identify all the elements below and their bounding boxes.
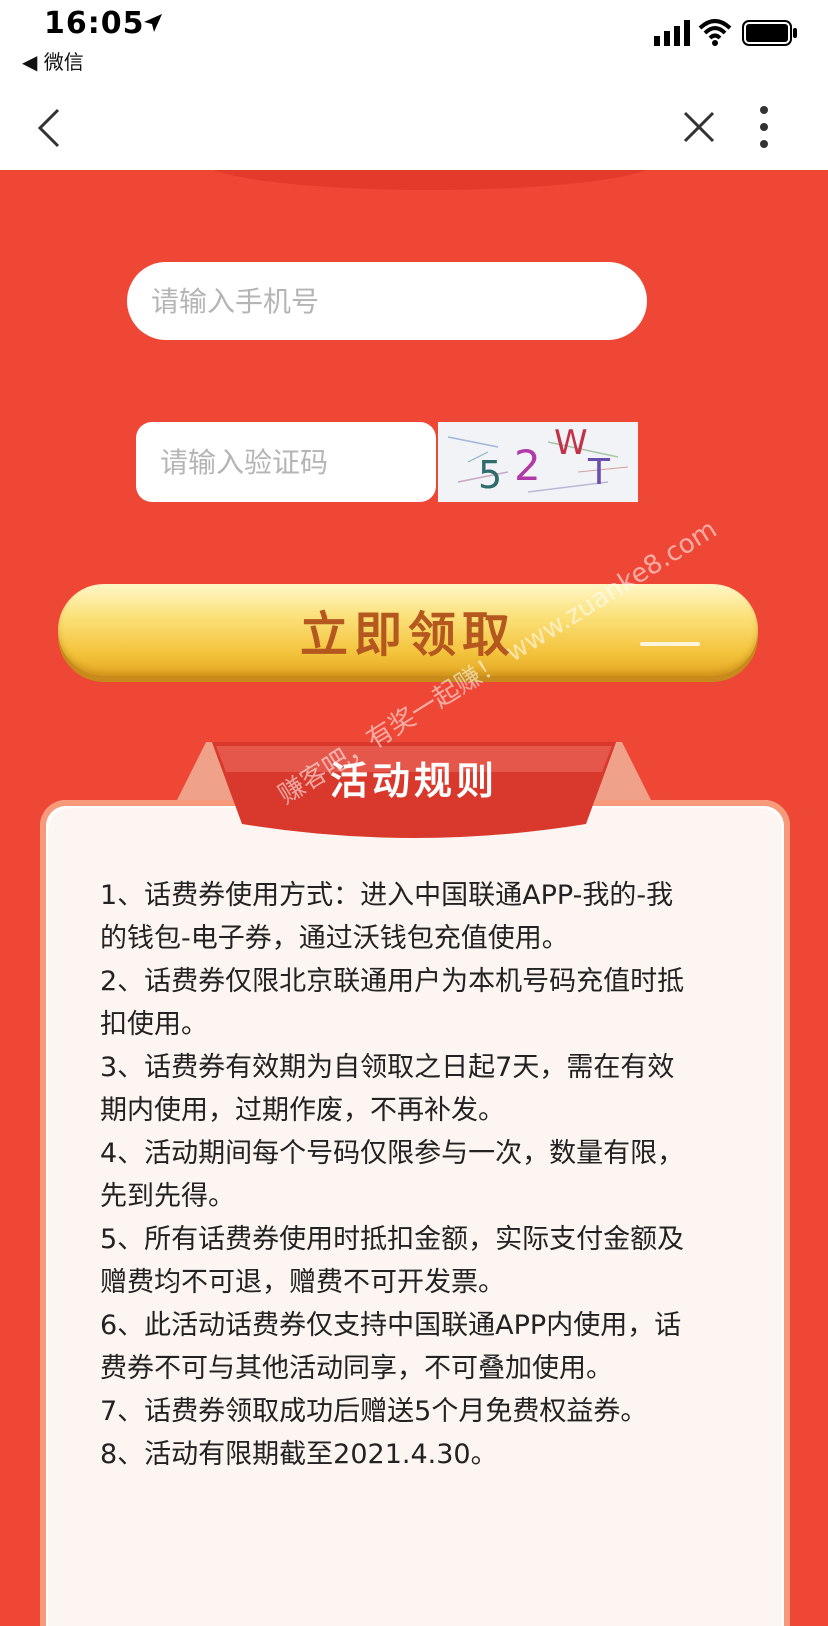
rules-list: 1、话费券使用方式：进入中国联通APP-我的-我的钱包-电子券，通过沃钱包充值使… <box>100 874 700 1476</box>
rule-item: 3、话费券有效期为自领取之日起7天，需在有效期内使用，过期作废，不再补发。 <box>100 1052 675 1126</box>
claim-now-button[interactable]: 立即领取 <box>58 584 758 676</box>
rule-item: 2、话费券仅限北京联通用户为本机号码充值时抵扣使用。 <box>100 966 685 1040</box>
more-vertical-icon[interactable] <box>754 104 774 150</box>
rule-item: 8、活动有限期截至2021.4.30。 <box>100 1439 498 1470</box>
captcha-char-1: 5 <box>478 453 502 497</box>
rule-item: 6、此活动话费券仅支持中国联通APP内使用，话费券不可与其他活动同享，不可叠加使… <box>100 1310 682 1384</box>
back-to-app-link[interactable]: ◀ 微信 <box>22 46 84 75</box>
status-time: 16:05 <box>44 6 145 41</box>
captcha-char-3: W <box>554 423 588 463</box>
button-shine-decoration <box>640 642 700 646</box>
rules-title: 活动规则 <box>329 759 498 803</box>
captcha-image[interactable]: 5 2 W T <box>438 422 638 502</box>
location-arrow-icon <box>144 14 162 32</box>
wifi-icon <box>698 19 732 46</box>
header-arc-decoration <box>200 170 660 190</box>
rule-item: 7、话费券领取成功后赠送5个月免费权益券。 <box>100 1396 648 1427</box>
close-icon[interactable] <box>682 110 716 144</box>
phone-input[interactable] <box>127 262 647 340</box>
rule-item: 1、话费券使用方式：进入中国联通APP-我的-我的钱包-电子券，通过沃钱包充值使… <box>100 880 674 954</box>
rule-item: 4、活动期间每个号码仅限参与一次，数量有限，先到先得。 <box>100 1138 685 1212</box>
battery-icon <box>742 20 797 46</box>
rule-item: 5、所有话费券使用时抵扣金额，实际支付金额及赠费均不可退，赠费不可开发票。 <box>100 1224 685 1298</box>
chevron-left-icon[interactable] <box>34 106 64 150</box>
nav-bar <box>0 88 828 170</box>
captcha-char-4: T <box>587 452 611 493</box>
captcha-char-2: 2 <box>514 441 541 490</box>
status-bar: 16:05 ◀ 微信 <box>0 0 828 88</box>
verification-code-input[interactable] <box>136 422 436 502</box>
cellular-signal-icon <box>654 20 690 46</box>
promo-page: 5 2 W T 立即领取 活动规则 1、话费券使用方式：进入中国联通APP-我的… <box>0 170 828 1626</box>
